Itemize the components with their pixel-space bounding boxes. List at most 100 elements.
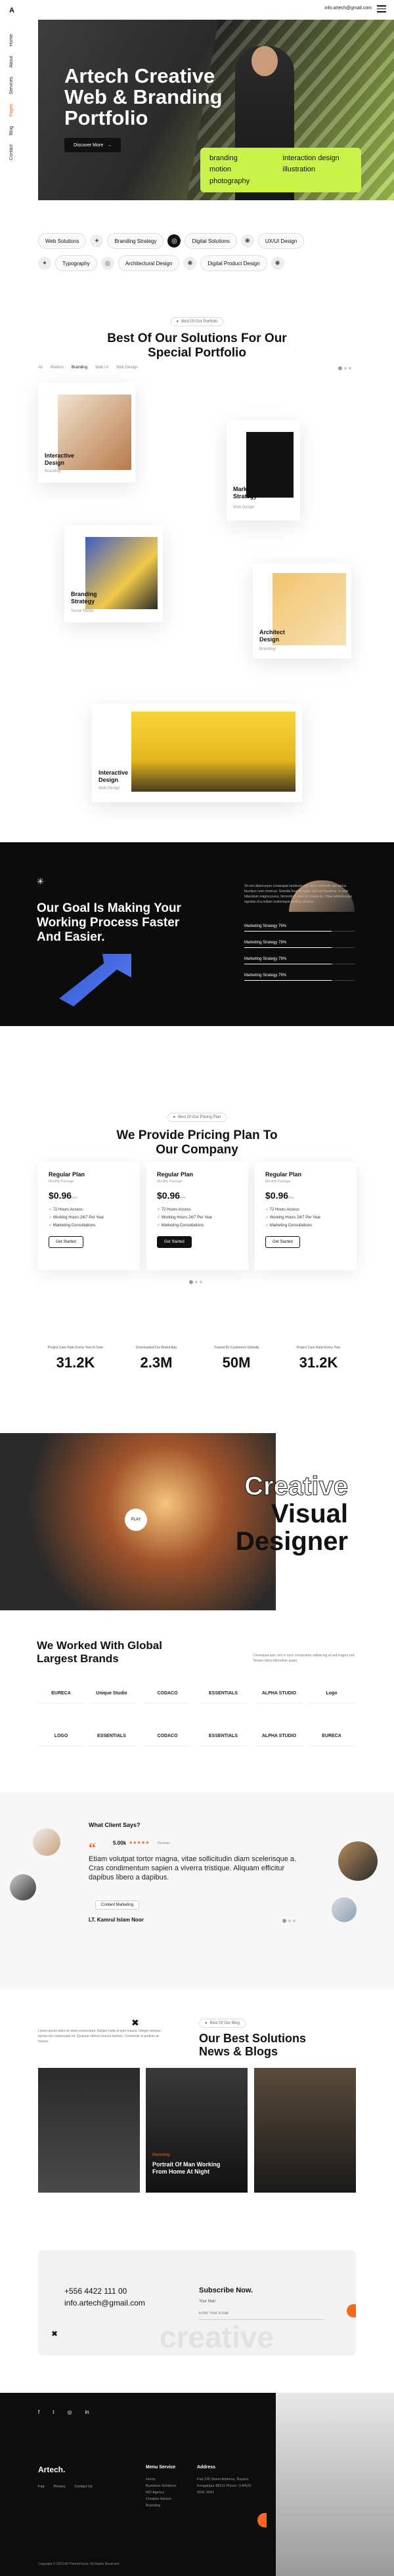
filter-item[interactable]: Branding bbox=[72, 366, 87, 370]
stat-item: Downloaded Our Brand App 2.3M bbox=[135, 1346, 177, 1371]
email-label: Your Mail bbox=[199, 2300, 215, 2304]
blog-image[interactable] bbox=[254, 2068, 356, 2193]
filter-item[interactable]: Web UI bbox=[95, 366, 108, 370]
discover-more-button[interactable]: Discover More → bbox=[64, 138, 121, 152]
service-chip[interactable]: Typography bbox=[55, 255, 97, 271]
plan-price: $0.96/mo bbox=[265, 1190, 294, 1201]
sidebar-item-pages[interactable]: Pages bbox=[9, 104, 14, 117]
footer-link[interactable]: Contact Us bbox=[75, 2485, 93, 2489]
portfolio-card[interactable]: Marketing Strategy Web Design bbox=[227, 420, 300, 521]
portfolio-filters: All Modern Branding Web UI Web Design bbox=[38, 366, 138, 370]
play-button[interactable]: PLAY bbox=[125, 1509, 147, 1531]
portfolio-card[interactable]: Interactive Design Web Design bbox=[92, 704, 302, 802]
section-chip: ● Best Of Our Blog bbox=[199, 2019, 246, 2028]
top-bar: info.artech@gmail.com bbox=[26, 0, 394, 20]
footer-address: Address Flat 130 Street Address, Nayara … bbox=[197, 2465, 259, 2496]
service-chip[interactable]: Digital Product Design bbox=[200, 255, 267, 271]
portfolio-card[interactable]: Branding Strategy Social Media bbox=[64, 525, 163, 622]
portfolio-card[interactable]: Interactive Design Branding bbox=[38, 383, 135, 483]
plan-subtitle: Monthly Package bbox=[265, 1180, 291, 1184]
portfolio-title: Branding Strategy bbox=[71, 591, 97, 605]
sidebar-item-about[interactable]: About bbox=[9, 56, 14, 68]
dot-icon: ● bbox=[176, 320, 179, 324]
office-photo bbox=[276, 2393, 394, 2576]
get-started-button[interactable]: Get Started bbox=[157, 1236, 192, 1248]
facebook-icon[interactable]: f bbox=[38, 2409, 39, 2415]
testimonial-dots[interactable] bbox=[282, 1919, 296, 1923]
instagram-icon[interactable]: ◎ bbox=[67, 2409, 72, 2415]
footer-menu-item[interactable]: Branding bbox=[146, 2502, 176, 2509]
rating-value: 5.00k bbox=[113, 1840, 127, 1846]
sidebar-item-services[interactable]: Services bbox=[9, 77, 14, 95]
footer-menu-item[interactable]: MO Agency bbox=[146, 2489, 176, 2496]
filter-item[interactable]: Modern bbox=[51, 366, 64, 370]
hero-tag: interaction design bbox=[282, 154, 339, 162]
filter-item[interactable]: Web Design bbox=[116, 366, 138, 370]
menu-icon[interactable] bbox=[377, 5, 386, 14]
footer-link[interactable]: Faq bbox=[38, 2485, 44, 2489]
progress-fill bbox=[244, 931, 332, 932]
globe-icon: ◎ bbox=[167, 234, 181, 247]
blog-card[interactable]: Marketing Portrait Of Man Working From H… bbox=[146, 2068, 248, 2193]
portfolio-category: Social Media bbox=[71, 609, 94, 613]
star-icon: ✳ bbox=[37, 876, 44, 886]
linkedin-icon[interactable]: in bbox=[85, 2409, 89, 2415]
brand-logo-item: CODACO bbox=[144, 1727, 190, 1746]
plan-subtitle: Monthly Package bbox=[49, 1180, 74, 1184]
sidebar-item-home[interactable]: Home bbox=[9, 34, 14, 47]
blog-title: Portrait Of Man Working From Home At Nig… bbox=[152, 2161, 221, 2175]
service-chip[interactable]: Architectural Design bbox=[118, 255, 180, 271]
filter-item[interactable]: All bbox=[38, 366, 43, 370]
sidebar-item-contact[interactable]: Contact bbox=[9, 144, 14, 160]
progress-bar: Marketing Strategy 79% bbox=[244, 941, 355, 948]
service-chip[interactable]: Digital Solutions bbox=[185, 233, 237, 249]
blog-heading: Our Best Solutions News & Blogs bbox=[199, 2032, 307, 2058]
brand-logo-item: ALPHA STUDIO bbox=[256, 1684, 302, 1704]
hero-tag: branding bbox=[209, 154, 238, 162]
footer-menu-item[interactable]: Business Solutions bbox=[146, 2483, 176, 2489]
plan-feature: Marketing Consultations bbox=[49, 1223, 129, 1228]
client-name: LT. Kamrul Islam Noor bbox=[89, 1917, 144, 1923]
portfolio-image bbox=[131, 712, 296, 792]
header-email[interactable]: info.artech@gmail.com bbox=[324, 6, 372, 11]
get-started-button[interactable]: Get Started bbox=[265, 1236, 300, 1248]
get-started-button[interactable]: Get Started bbox=[49, 1236, 83, 1248]
sidebar-item-blog[interactable]: Blog bbox=[9, 126, 14, 135]
hero-banner: Artech Creative Web & Branding Portfolio… bbox=[38, 20, 394, 200]
service-chip[interactable]: UX/UI Design bbox=[257, 233, 305, 249]
portfolio-dots[interactable] bbox=[338, 366, 351, 370]
footer-address-text: Flat 130 Street Address, Nayara Kongarip… bbox=[197, 2478, 252, 2495]
progress-bar: Marketing Strategy 79% bbox=[244, 957, 355, 964]
subscribe-email-input[interactable] bbox=[199, 2307, 324, 2320]
hero-tag: illustration bbox=[282, 165, 316, 174]
stat-item: Project Care Ratio Every Year In Over 31.… bbox=[47, 1346, 104, 1371]
plan-price: $0.96/mo bbox=[49, 1190, 77, 1201]
contact-phone[interactable]: +556 4422 111 00 bbox=[64, 2286, 127, 2296]
hero-tag-box: branding interaction design motion illus… bbox=[200, 148, 361, 192]
brand-logo-item: ALPHA STUDIO bbox=[256, 1727, 302, 1746]
contact-email[interactable]: info.artech@gmail.com bbox=[64, 2298, 145, 2308]
plan-subtitle: Monthly Package bbox=[157, 1180, 183, 1184]
creative-heading: Creative Visual Designer bbox=[235, 1472, 349, 1556]
pricing-dots[interactable] bbox=[189, 1280, 202, 1284]
footer-menu-item[interactable]: Home bbox=[146, 2476, 176, 2483]
avatar bbox=[33, 1828, 60, 1856]
footer-link[interactable]: Privacy bbox=[53, 2485, 65, 2489]
footer-address-title: Address bbox=[197, 2465, 216, 2470]
service-chip[interactable]: Web Solutions bbox=[38, 233, 87, 249]
goal-heading: Our Goal Is Making Your Working Process F… bbox=[37, 901, 181, 944]
plan-feature: Working Hours 24/7 Per Year bbox=[49, 1215, 129, 1220]
footer: f t ◎ in Artech. Faq Privacy Contact Us … bbox=[0, 2393, 394, 2576]
twitter-icon[interactable]: t bbox=[53, 2409, 54, 2415]
footer-menu-item[interactable]: Creative Advent bbox=[146, 2496, 176, 2502]
pricing-card: Regular Plan Monthly Package $0.96/mo 72… bbox=[255, 1162, 357, 1270]
plan-title: Regular Plan bbox=[49, 1171, 85, 1178]
portfolio-card[interactable]: Architect Design Branding bbox=[253, 563, 351, 658]
orange-dot bbox=[347, 2304, 356, 2317]
blog-image[interactable] bbox=[38, 2068, 140, 2193]
pricing-heading: We Provide Pricing Plan To Our Company bbox=[116, 1128, 278, 1157]
service-chip[interactable]: Branding Strategy bbox=[107, 233, 164, 249]
footer-logo[interactable]: Artech. bbox=[38, 2465, 65, 2474]
brand-logo[interactable]: A bbox=[9, 7, 17, 14]
brand-logo-item: EURECA bbox=[38, 1684, 84, 1704]
